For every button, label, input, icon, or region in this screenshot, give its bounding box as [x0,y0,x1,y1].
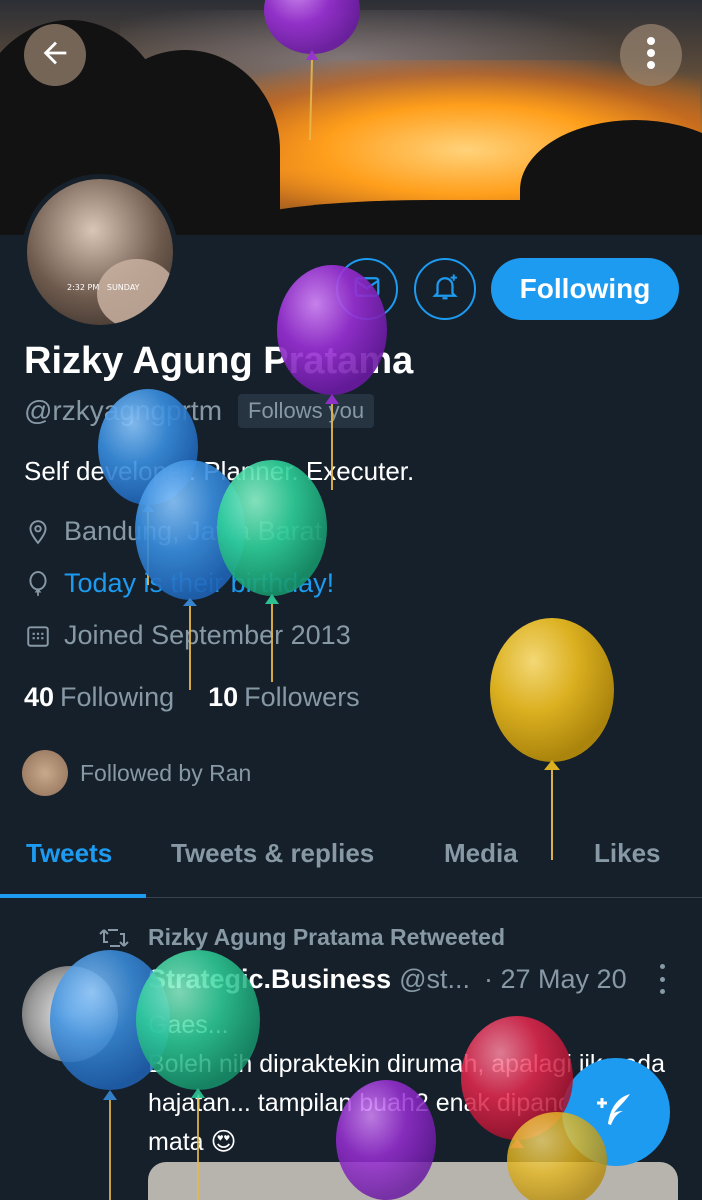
mail-icon [352,272,382,307]
feather-plus-icon [592,1086,640,1139]
calendar-icon [24,622,52,650]
more-vertical-icon [646,36,656,75]
tweet-more-icon[interactable] [652,964,672,994]
location-text: Bandung, Jawa Barat [64,516,323,546]
tweet-author-name[interactable]: Strategic.Business [148,964,391,995]
follower-avatar [22,750,68,796]
more-options-button[interactable] [620,24,682,86]
tab-tweets[interactable]: Tweets [26,838,112,869]
followed-by-text: Followed by Ran [80,759,252,786]
following-button[interactable]: Following [491,258,679,320]
back-button[interactable] [24,24,86,86]
followers-count-link[interactable]: 10 Followers [208,682,360,713]
avatar-photo-detail [97,259,173,325]
birthday-text: Today is their birthday! [64,568,335,598]
balloon [490,618,614,762]
tab-likes[interactable]: Likes [594,838,661,869]
bell-plus-icon [430,272,460,307]
message-button[interactable] [336,258,398,320]
profile-birthday: Today is their birthday! [24,568,334,599]
tab-media[interactable]: Media [444,838,518,869]
active-tab-indicator [0,894,146,898]
location-pin-icon [24,518,52,546]
profile-bio: Self developer. Planner. Executer. [24,456,415,486]
tweet-line-1: Gaes... [148,1011,229,1039]
tweet-author-handle: @st... [399,964,471,994]
balloon-icon [24,570,52,598]
profile-joined: Joined September 2013 [24,620,351,651]
tweet-author-avatar[interactable] [22,966,118,1062]
profile-location: Bandung, Jawa Barat [24,516,322,547]
compose-tweet-button[interactable] [562,1058,670,1166]
profile-name: Rizky Agung Pratama [24,340,414,382]
retweet-context: Rizky Agung Pratama Retweeted [98,924,505,951]
following-count-link[interactable]: 40 Following [24,682,174,713]
notifications-button[interactable] [414,258,476,320]
profile-avatar[interactable]: 2:32 PM SUNDAY [22,174,178,330]
followed-by[interactable]: Followed by Ran [22,750,251,796]
tab-tweets-replies[interactable]: Tweets & replies [171,838,374,869]
tweet-header: Strategic.Business @st... · 27 May 20 [148,964,627,995]
banner-hills [240,200,702,235]
retweet-label: Rizky Agung Pratama Retweeted [148,924,506,950]
follows-you-badge: Follows you [238,394,375,428]
tweet-media-image[interactable] [148,1162,678,1200]
tweet-date: · 27 May 20 [484,964,627,994]
profile-tabs: Tweets Tweets & replies Media Likes [0,820,702,898]
arrow-left-icon [38,36,72,75]
profile-handle: @rzkyagngprtm [24,395,223,426]
follow-counts: 40 Following 10 Followers [24,682,360,713]
avatar-caption: 2:32 PM SUNDAY [67,283,140,292]
retweet-icon [98,926,130,950]
joined-text: Joined September 2013 [64,620,351,650]
